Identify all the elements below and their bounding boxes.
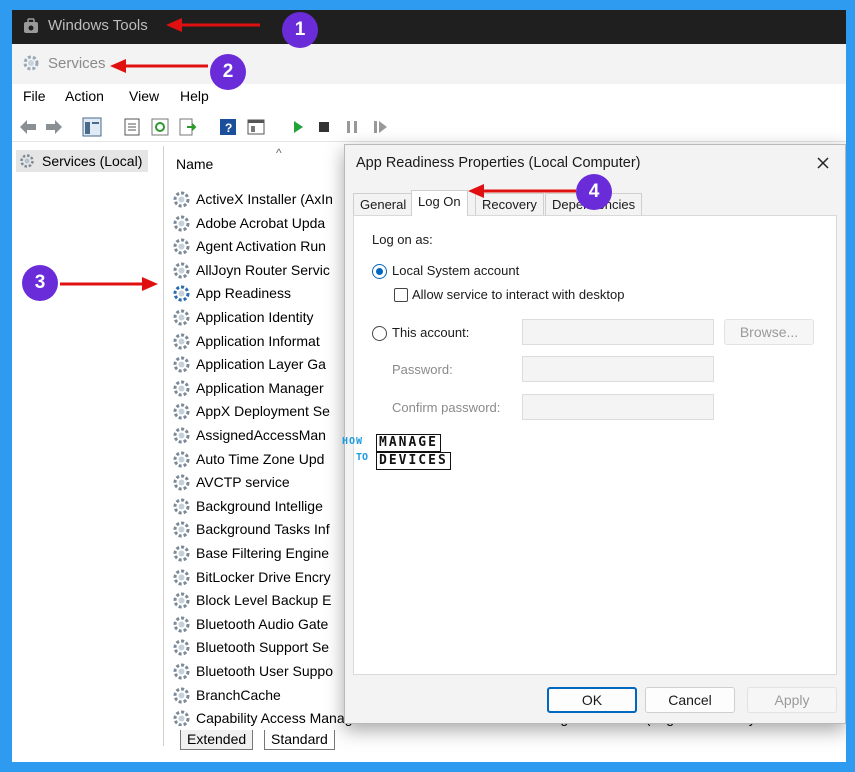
annotation-arrow-2 xyxy=(110,59,208,73)
annotation-badge-3: 3 xyxy=(22,265,58,301)
annotation-badge-4: 4 xyxy=(576,174,612,210)
annotation-badge-2: 2 xyxy=(210,54,246,90)
annotation-arrow-3 xyxy=(60,277,158,291)
tab-log-on[interactable]: Log On xyxy=(411,190,468,216)
annotation-badge-1: 1 xyxy=(282,12,318,48)
annotation-arrow-4 xyxy=(468,184,576,198)
annotation-arrow-1 xyxy=(166,18,260,32)
annotation-arrows xyxy=(60,18,576,291)
